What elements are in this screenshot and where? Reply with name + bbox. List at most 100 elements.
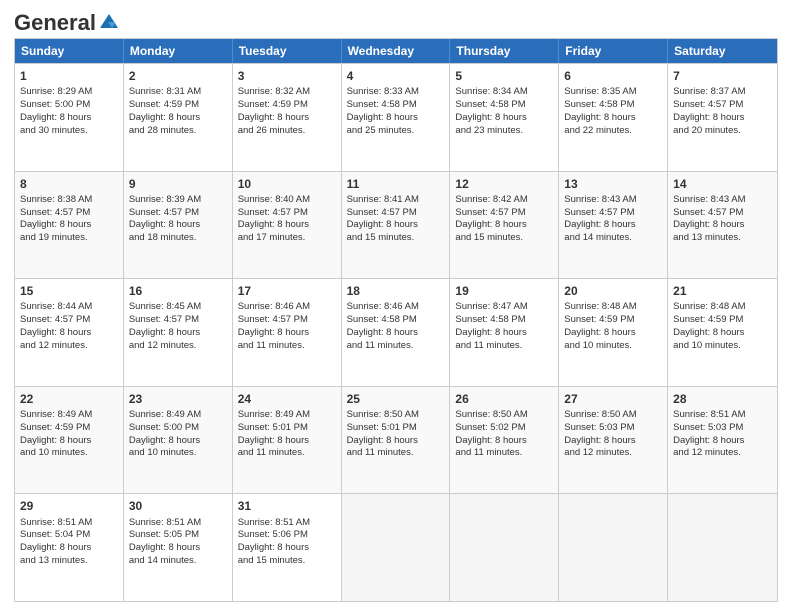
day-info: and 11 minutes. (455, 340, 553, 353)
calendar-cell (668, 494, 777, 601)
day-info: Sunset: 5:00 PM (20, 99, 118, 112)
calendar-cell: 27Sunrise: 8:50 AMSunset: 5:03 PMDayligh… (559, 387, 668, 494)
day-info: Sunrise: 8:48 AM (564, 301, 662, 314)
calendar-week: 22Sunrise: 8:49 AMSunset: 4:59 PMDayligh… (15, 386, 777, 494)
day-info: Sunset: 5:06 PM (238, 529, 336, 542)
day-info: Daylight: 8 hours (20, 219, 118, 232)
day-info: Daylight: 8 hours (455, 327, 553, 340)
day-info: Sunset: 4:58 PM (455, 314, 553, 327)
calendar-week: 15Sunrise: 8:44 AMSunset: 4:57 PMDayligh… (15, 278, 777, 386)
day-info: Sunset: 4:57 PM (673, 99, 772, 112)
day-info: Sunrise: 8:51 AM (20, 517, 118, 530)
day-info: Sunrise: 8:39 AM (129, 194, 227, 207)
day-info: and 22 minutes. (564, 125, 662, 138)
day-info: Daylight: 8 hours (20, 542, 118, 555)
calendar-cell: 26Sunrise: 8:50 AMSunset: 5:02 PMDayligh… (450, 387, 559, 494)
day-info: Sunrise: 8:50 AM (564, 409, 662, 422)
calendar-cell (342, 494, 451, 601)
day-info: Sunrise: 8:42 AM (455, 194, 553, 207)
day-info: Sunrise: 8:38 AM (20, 194, 118, 207)
day-info: and 15 minutes. (347, 232, 445, 245)
calendar-cell (559, 494, 668, 601)
day-info: Sunset: 4:57 PM (129, 314, 227, 327)
day-info: Sunrise: 8:46 AM (238, 301, 336, 314)
header: General (14, 10, 778, 30)
day-info: Sunrise: 8:44 AM (20, 301, 118, 314)
calendar-cell: 10Sunrise: 8:40 AMSunset: 4:57 PMDayligh… (233, 172, 342, 279)
day-info: and 14 minutes. (564, 232, 662, 245)
day-info: and 11 minutes. (347, 340, 445, 353)
day-number: 2 (129, 68, 227, 84)
logo-icon (98, 12, 120, 30)
day-info: Sunrise: 8:50 AM (455, 409, 553, 422)
day-info: Sunrise: 8:51 AM (129, 517, 227, 530)
day-info: Sunset: 5:00 PM (129, 422, 227, 435)
calendar-cell: 11Sunrise: 8:41 AMSunset: 4:57 PMDayligh… (342, 172, 451, 279)
calendar-week: 1Sunrise: 8:29 AMSunset: 5:00 PMDaylight… (15, 63, 777, 171)
calendar-cell: 16Sunrise: 8:45 AMSunset: 4:57 PMDayligh… (124, 279, 233, 386)
day-info: Sunset: 5:03 PM (564, 422, 662, 435)
day-number: 1 (20, 68, 118, 84)
calendar-cell: 25Sunrise: 8:50 AMSunset: 5:01 PMDayligh… (342, 387, 451, 494)
calendar-cell: 20Sunrise: 8:48 AMSunset: 4:59 PMDayligh… (559, 279, 668, 386)
day-info: Sunrise: 8:31 AM (129, 86, 227, 99)
day-info: and 19 minutes. (20, 232, 118, 245)
day-info: Sunset: 4:57 PM (238, 314, 336, 327)
day-info: Sunrise: 8:51 AM (673, 409, 772, 422)
day-info: Sunset: 4:57 PM (347, 207, 445, 220)
day-info: Sunset: 5:01 PM (347, 422, 445, 435)
calendar-week: 8Sunrise: 8:38 AMSunset: 4:57 PMDaylight… (15, 171, 777, 279)
day-number: 22 (20, 391, 118, 407)
calendar-cell: 8Sunrise: 8:38 AMSunset: 4:57 PMDaylight… (15, 172, 124, 279)
calendar-week: 29Sunrise: 8:51 AMSunset: 5:04 PMDayligh… (15, 493, 777, 601)
day-info: Sunrise: 8:48 AM (673, 301, 772, 314)
day-info: and 12 minutes. (20, 340, 118, 353)
day-info: Sunrise: 8:50 AM (347, 409, 445, 422)
calendar: SundayMondayTuesdayWednesdayThursdayFrid… (14, 38, 778, 602)
day-info: Daylight: 8 hours (673, 435, 772, 448)
weekday-header: Wednesday (342, 39, 451, 63)
day-info: Daylight: 8 hours (347, 435, 445, 448)
day-info: Sunrise: 8:47 AM (455, 301, 553, 314)
day-info: Daylight: 8 hours (673, 327, 772, 340)
calendar-cell: 1Sunrise: 8:29 AMSunset: 5:00 PMDaylight… (15, 64, 124, 171)
day-info: Daylight: 8 hours (347, 327, 445, 340)
calendar-cell: 22Sunrise: 8:49 AMSunset: 4:59 PMDayligh… (15, 387, 124, 494)
calendar-cell: 24Sunrise: 8:49 AMSunset: 5:01 PMDayligh… (233, 387, 342, 494)
day-number: 26 (455, 391, 553, 407)
calendar-cell: 30Sunrise: 8:51 AMSunset: 5:05 PMDayligh… (124, 494, 233, 601)
weekday-header: Monday (124, 39, 233, 63)
day-info: Daylight: 8 hours (20, 327, 118, 340)
weekday-header: Saturday (668, 39, 777, 63)
day-info: Daylight: 8 hours (129, 219, 227, 232)
day-number: 12 (455, 176, 553, 192)
calendar-cell: 3Sunrise: 8:32 AMSunset: 4:59 PMDaylight… (233, 64, 342, 171)
day-number: 11 (347, 176, 445, 192)
day-info: Sunset: 4:57 PM (238, 207, 336, 220)
day-info: Sunrise: 8:32 AM (238, 86, 336, 99)
day-info: Sunrise: 8:45 AM (129, 301, 227, 314)
day-number: 21 (673, 283, 772, 299)
day-number: 15 (20, 283, 118, 299)
day-number: 27 (564, 391, 662, 407)
day-info: and 12 minutes. (564, 447, 662, 460)
calendar-cell: 18Sunrise: 8:46 AMSunset: 4:58 PMDayligh… (342, 279, 451, 386)
day-info: and 18 minutes. (129, 232, 227, 245)
day-info: Daylight: 8 hours (673, 219, 772, 232)
day-number: 24 (238, 391, 336, 407)
day-info: and 23 minutes. (455, 125, 553, 138)
day-info: and 15 minutes. (238, 555, 336, 568)
calendar-cell: 21Sunrise: 8:48 AMSunset: 4:59 PMDayligh… (668, 279, 777, 386)
calendar-body: 1Sunrise: 8:29 AMSunset: 5:00 PMDaylight… (15, 63, 777, 601)
day-number: 9 (129, 176, 227, 192)
calendar-cell: 5Sunrise: 8:34 AMSunset: 4:58 PMDaylight… (450, 64, 559, 171)
day-number: 10 (238, 176, 336, 192)
day-info: Daylight: 8 hours (238, 435, 336, 448)
day-info: Daylight: 8 hours (238, 112, 336, 125)
day-number: 18 (347, 283, 445, 299)
day-info: Daylight: 8 hours (347, 219, 445, 232)
day-info: Daylight: 8 hours (129, 327, 227, 340)
day-info: Daylight: 8 hours (455, 112, 553, 125)
day-info: Sunset: 5:05 PM (129, 529, 227, 542)
day-info: Sunset: 4:57 PM (129, 207, 227, 220)
